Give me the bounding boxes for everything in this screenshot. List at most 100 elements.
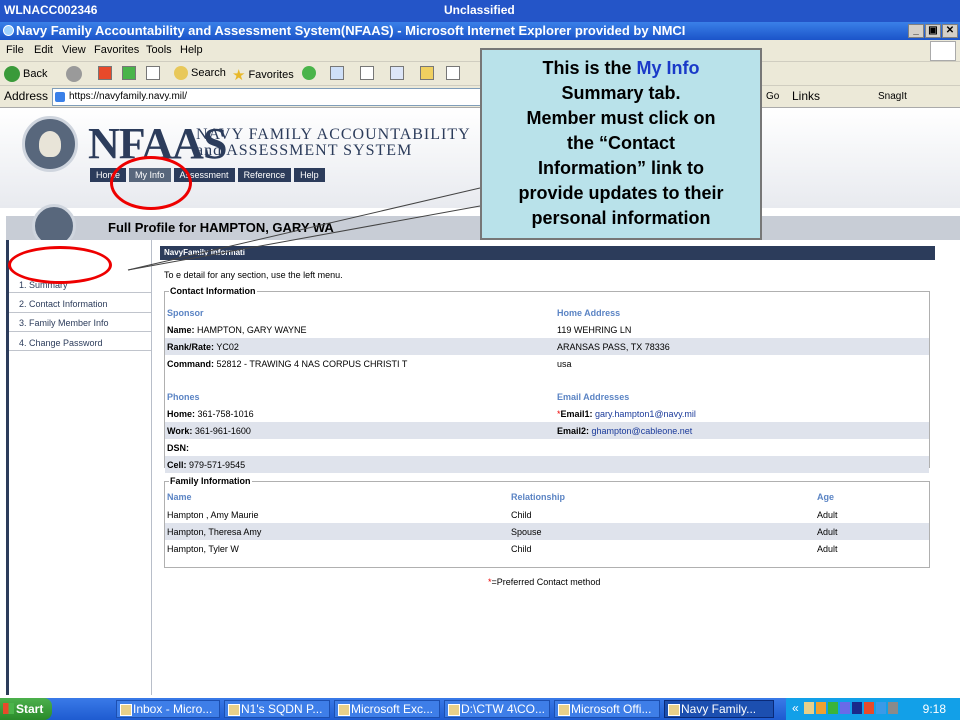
cell-phone-label: Cell:	[167, 460, 187, 470]
start-button[interactable]: Start	[0, 698, 52, 720]
folder-button[interactable]	[420, 66, 434, 80]
footnote-text: =Preferred Contact method	[491, 577, 601, 587]
snagit-button[interactable]: SnagIt	[878, 91, 907, 102]
favorites-label: Favorites	[248, 69, 294, 81]
task-n1-sqdn[interactable]: N1's SQDN P...	[224, 700, 330, 718]
family-member-relationship: Child	[511, 510, 532, 520]
command-row: Command: 52812 - TRAWING 4 NAS CORPUS CH…	[165, 355, 929, 372]
family-member-name: Hampton, Theresa Amy	[167, 527, 262, 537]
address-country: usa	[557, 359, 572, 369]
mail-button[interactable]	[330, 66, 344, 80]
command-label: Command:	[167, 359, 214, 369]
task-microsoft-excel[interactable]: Microsoft Exc...	[334, 700, 440, 718]
tray-notify-icon[interactable]	[816, 702, 826, 714]
menu-file[interactable]: File	[6, 44, 24, 56]
menu-tools[interactable]: Tools	[146, 44, 172, 56]
back-arrow-icon	[4, 66, 20, 82]
taskbar: Start Inbox - Micro... N1's SQDN P... Mi…	[0, 698, 960, 720]
task-microsoft-office[interactable]: Microsoft Offi...	[554, 700, 660, 718]
menu-family-member-info[interactable]: 3. Family Member Info	[19, 318, 109, 328]
home-phone-label: Home:	[167, 409, 196, 419]
tray-alert-icon[interactable]	[864, 702, 874, 714]
command-value: 52812 - TRAWING 4 NAS CORPUS CHRISTI T	[216, 359, 408, 369]
callout-line2: Summary tab.	[561, 83, 681, 103]
links-button[interactable]: Links	[792, 89, 820, 103]
nav-help[interactable]: Help	[294, 168, 325, 182]
home-button[interactable]	[146, 66, 160, 80]
address-label: Address	[4, 89, 49, 103]
messenger-button[interactable]	[446, 66, 460, 80]
main-nav: Home My Info Assessment Reference Help	[90, 168, 325, 182]
nav-assessment[interactable]: Assessment	[173, 168, 235, 182]
email1-link[interactable]: gary.hampton1@navy.mil	[595, 409, 696, 419]
tray-volume-icon[interactable]	[876, 702, 886, 714]
stop-icon	[98, 66, 112, 80]
task-navy-family[interactable]: Navy Family...	[664, 700, 774, 718]
forward-arrow-icon	[66, 66, 82, 82]
callout-my-info: My Info	[636, 58, 700, 78]
menu-change-password[interactable]: 4. Change Password	[19, 338, 103, 348]
close-button[interactable]: ✕	[942, 24, 958, 38]
dsn-label: DSN:	[167, 443, 189, 453]
refresh-button[interactable]	[122, 66, 136, 80]
left-menu: 1. Summary 2. Contact Information 3. Fam…	[6, 240, 152, 695]
search-label: Search	[191, 67, 226, 79]
instruction-text: To e detail for any section, use the lef…	[164, 270, 343, 280]
work-phone-label: Work:	[167, 426, 193, 436]
refresh-icon	[122, 66, 136, 80]
folder-icon	[420, 66, 434, 80]
tray-security-icon[interactable]	[852, 702, 862, 714]
edit-word-button[interactable]	[390, 66, 404, 80]
task-inbox[interactable]: Inbox - Micro...	[116, 700, 220, 718]
callout-line6: provide updates to their	[518, 183, 724, 203]
tray-printer-icon[interactable]	[888, 702, 898, 714]
stop-button[interactable]	[98, 66, 112, 80]
nav-home[interactable]: Home	[90, 168, 127, 182]
email2-link[interactable]: ghampton@cableone.net	[592, 426, 693, 436]
work-phone-value: 361-961-1600	[194, 426, 251, 436]
table-row: Hampton, Theresa Amy Spouse Adult	[165, 523, 929, 540]
restore-button[interactable]: ▣	[925, 24, 941, 38]
print-button[interactable]	[360, 66, 374, 80]
menu-divider	[9, 350, 151, 351]
mail-icon	[330, 66, 344, 80]
callout-line5: Information” link to	[538, 158, 704, 178]
tray-mail-icon[interactable]	[804, 702, 814, 714]
search-button[interactable]: Search	[174, 66, 226, 80]
history-button[interactable]	[302, 66, 316, 80]
go-button[interactable]: Go	[766, 91, 779, 102]
menu-favorites[interactable]: Favorites	[94, 44, 139, 56]
contact-legend: Contact Information	[170, 286, 256, 296]
menu-help[interactable]: Help	[180, 44, 203, 56]
menu-summary[interactable]: 1. Summary	[19, 280, 68, 290]
callout-line3: Member must click on	[526, 108, 716, 128]
family-member-relationship: Spouse	[511, 527, 542, 537]
windows-flag-icon	[930, 41, 956, 61]
section-header: NavyFamily Informati	[160, 246, 935, 260]
forward-button[interactable]	[66, 66, 82, 82]
preferred-contact-footnote: *=Preferred Contact method	[488, 577, 600, 587]
star-icon: ★	[232, 67, 246, 84]
tray-expand-icon[interactable]: «	[792, 701, 799, 715]
menu-contact-information[interactable]: 2. Contact Information	[19, 299, 108, 309]
classification-label: Unclassified	[444, 3, 515, 17]
family-member-name: Hampton , Amy Maurie	[167, 510, 259, 520]
tray-app-icon[interactable]	[840, 702, 850, 714]
favorites-button[interactable]: ★ Favorites	[232, 66, 294, 84]
name-value: HAMPTON, GARY WAYNE	[197, 325, 307, 335]
tray-network-icon[interactable]	[828, 702, 838, 714]
menu-edit[interactable]: Edit	[34, 44, 53, 56]
email1-label: Email1:	[560, 409, 593, 419]
nav-reference[interactable]: Reference	[237, 168, 292, 182]
nav-my-info[interactable]: My Info	[129, 168, 171, 182]
minimize-button[interactable]: _	[908, 24, 924, 38]
back-button[interactable]: Back	[4, 66, 47, 82]
clock: 9:18	[922, 702, 946, 716]
family-member-age: Adult	[817, 527, 838, 537]
cell-phone-value: 979-571-9545	[189, 460, 246, 470]
work-phone-row: Work: 361-961-1600 Email2: ghampton@cabl…	[165, 422, 929, 439]
rank-label: Rank/Rate:	[167, 342, 215, 352]
menu-view[interactable]: View	[62, 44, 86, 56]
navy-family-seal-icon	[22, 116, 78, 172]
task-ctw-folder[interactable]: D:\CTW 4\CO...	[444, 700, 550, 718]
